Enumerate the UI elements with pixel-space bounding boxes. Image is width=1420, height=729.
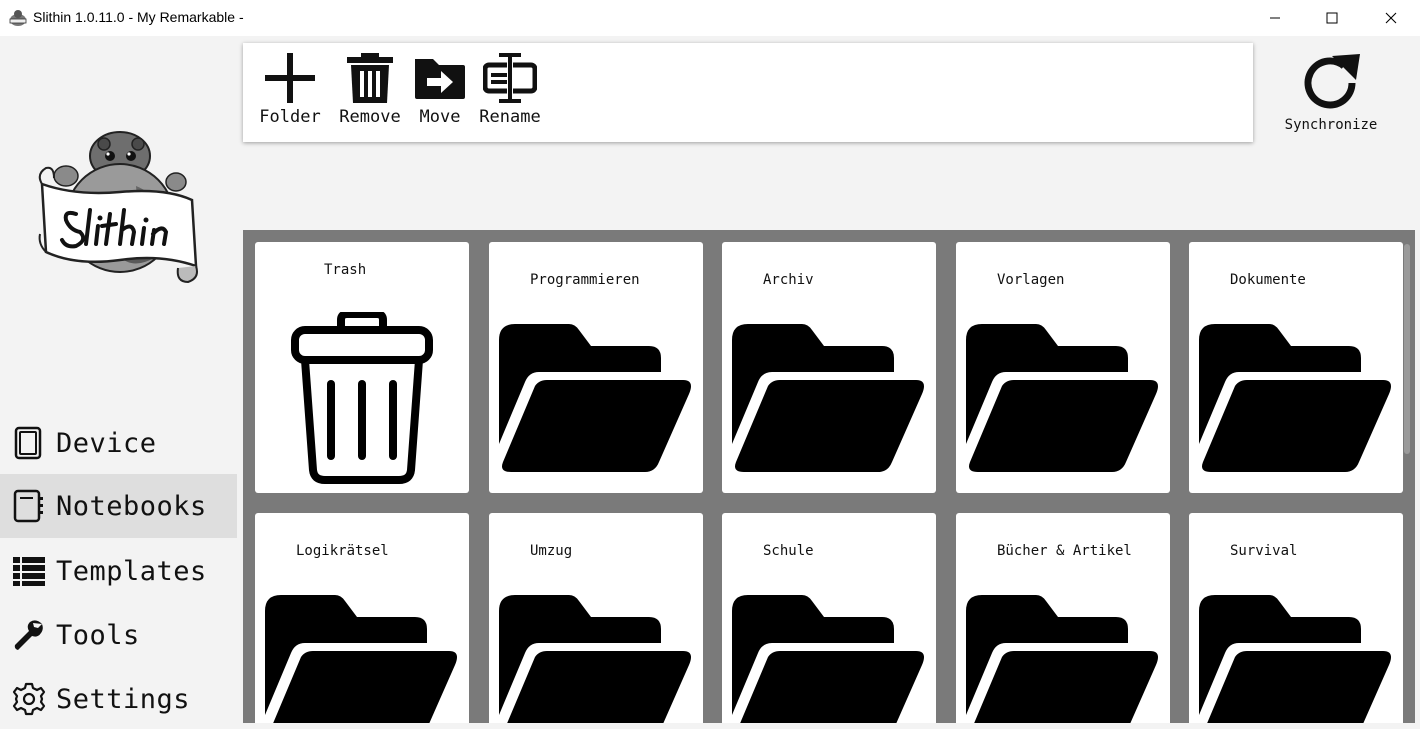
folder-card[interactable]: Programmieren — [489, 242, 703, 493]
folder-card[interactable]: Dokumente — [1189, 242, 1403, 493]
folder-grid: Trash Programmieren Archiv Vorlagen Doku… — [243, 230, 1415, 723]
card-title: Schule — [763, 543, 814, 559]
sidebar-item-label: Device — [56, 427, 157, 459]
slithin-logo — [38, 131, 198, 284]
folder-icon — [1199, 324, 1391, 472]
sidebar: Device Notebooks Templates Tools Setting… — [0, 36, 238, 729]
maximize-icon — [1326, 12, 1338, 24]
sidebar-item-device[interactable]: Device — [0, 412, 237, 474]
sidebar-item-templates[interactable]: Templates — [0, 540, 237, 602]
tablet-icon — [14, 426, 42, 460]
folder-icon — [966, 595, 1158, 723]
trash-card[interactable]: Trash — [255, 242, 469, 493]
sidebar-item-label: Settings — [56, 683, 191, 715]
notebook-icon — [13, 489, 43, 523]
close-icon — [1385, 12, 1397, 24]
folder-card[interactable]: Vorlagen — [956, 242, 1170, 493]
card-title: Vorlagen — [997, 272, 1065, 288]
rename-icon — [483, 53, 537, 103]
minimize-icon — [1270, 17, 1280, 19]
synchronize-button[interactable]: Synchronize — [1280, 50, 1382, 134]
minimize-button[interactable] — [1246, 0, 1304, 36]
list-icon — [13, 557, 45, 586]
folder-card[interactable]: Logikrätsel — [255, 513, 469, 723]
refresh-icon — [1304, 54, 1360, 109]
folder-icon — [1199, 595, 1391, 723]
tool-label: Rename — [479, 107, 541, 127]
folder-icon — [265, 595, 457, 723]
synchronize-label: Synchronize — [1284, 117, 1378, 133]
folder-card[interactable]: Umzug — [489, 513, 703, 723]
tool-label: Move — [419, 107, 461, 127]
folder-icon — [966, 324, 1158, 472]
remove-button[interactable]: Remove — [335, 51, 405, 137]
maximize-button[interactable] — [1303, 0, 1361, 36]
toolbar: Folder Remove Move Rename — [243, 43, 1253, 142]
trash-icon — [291, 312, 433, 484]
sidebar-item-tools[interactable]: Tools — [0, 604, 237, 666]
card-title: Trash — [324, 262, 367, 278]
window-title: Slithin 1.0.11.0 - My Remarkable - — [33, 9, 244, 25]
card-title: Dokumente — [1230, 272, 1306, 288]
tool-label: Folder — [259, 107, 321, 127]
folder-icon — [732, 324, 924, 472]
folder-icon — [732, 595, 924, 723]
sidebar-item-label: Templates — [56, 555, 207, 587]
card-title: Survival — [1230, 543, 1298, 559]
new-folder-button[interactable]: Folder — [255, 51, 325, 137]
folder-move-icon — [415, 59, 465, 99]
trash-icon — [347, 53, 393, 103]
close-button[interactable] — [1362, 0, 1420, 36]
card-title: Programmieren — [530, 272, 640, 288]
plus-icon — [265, 53, 315, 103]
folder-icon — [499, 595, 691, 723]
sidebar-item-settings[interactable]: Settings — [0, 668, 237, 729]
folder-card[interactable]: Survival — [1189, 513, 1403, 723]
folder-card[interactable]: Archiv — [722, 242, 936, 493]
gear-icon — [12, 682, 46, 716]
grid-scrollbar[interactable] — [1404, 244, 1410, 454]
sidebar-item-label: Tools — [56, 619, 140, 651]
sidebar-item-notebooks[interactable]: Notebooks — [0, 474, 237, 538]
folder-card[interactable]: Bücher & Artikel — [956, 513, 1170, 723]
sidebar-item-label: Notebooks — [56, 490, 207, 522]
wrench-icon — [14, 620, 43, 650]
move-button[interactable]: Move — [405, 51, 475, 137]
rename-button[interactable]: Rename — [475, 51, 545, 137]
card-title: Logikrätsel — [296, 543, 389, 559]
app-icon — [9, 10, 27, 26]
title-bar: Slithin 1.0.11.0 - My Remarkable - — [0, 0, 1420, 36]
card-title: Bücher & Artikel — [997, 543, 1132, 559]
card-title: Umzug — [530, 543, 573, 559]
folder-icon — [499, 324, 691, 472]
card-title: Archiv — [763, 272, 814, 288]
folder-card[interactable]: Schule — [722, 513, 936, 723]
tool-label: Remove — [339, 107, 401, 127]
